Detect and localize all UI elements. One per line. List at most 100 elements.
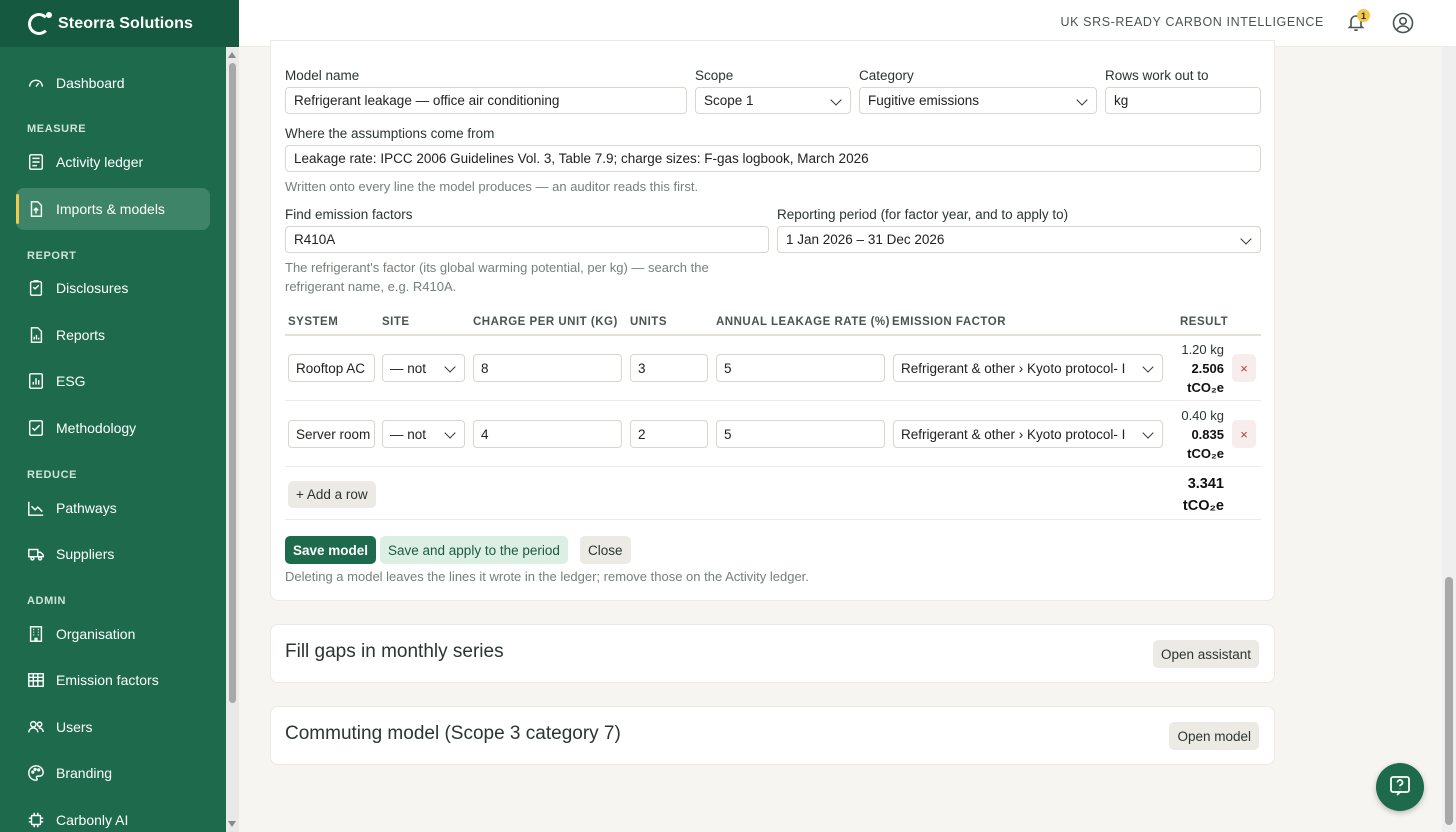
- chevron-down-icon: [830, 94, 842, 106]
- clipboard-icon: [27, 279, 45, 297]
- period-select[interactable]: 1 Jan 2026 – 31 Dec 2026: [777, 226, 1261, 253]
- section-report: REPORT: [27, 250, 77, 262]
- col-header-factor: EMISSION FACTOR: [892, 316, 1006, 328]
- system-input[interactable]: Server room: [288, 420, 375, 448]
- help-button[interactable]: [1376, 763, 1424, 811]
- section-measure: MEASURE: [27, 123, 87, 135]
- add-row-button[interactable]: + Add a row: [288, 481, 376, 508]
- commuting-title: Commuting model (Scope 3 category 7): [285, 723, 621, 744]
- category-select[interactable]: Fugitive emissions: [859, 87, 1097, 114]
- brand[interactable]: Steorra Solutions: [0, 0, 239, 47]
- open-assistant-button[interactable]: Open assistant: [1152, 640, 1259, 668]
- scope-label: Scope: [695, 68, 734, 83]
- close-icon: ×: [1240, 426, 1248, 442]
- sidebar-item-carbonly-ai[interactable]: Carbonly AI: [16, 799, 210, 832]
- total-result: 3.341 tCO₂e: [1183, 473, 1224, 517]
- units-input[interactable]: 3: [630, 354, 708, 382]
- chevron-down-icon: [1240, 233, 1252, 245]
- site-select[interactable]: — not: [382, 354, 465, 382]
- sidebar-item-methodology[interactable]: Methodology: [16, 407, 210, 449]
- model-name-label: Model name: [285, 68, 360, 83]
- help-chat-icon: [1388, 774, 1412, 801]
- sidebar-item-disclosures[interactable]: Disclosures: [16, 267, 210, 309]
- charge-input[interactable]: 4: [473, 420, 622, 448]
- sidebar-item-esg[interactable]: ESG: [16, 360, 210, 402]
- col-header-charge: CHARGE PER UNIT (KG): [473, 316, 618, 328]
- row-result: 0.40 kg 0.835 tCO₂e: [1181, 406, 1224, 463]
- row-divider: [285, 400, 1261, 401]
- assumptions-label: Where the assumptions come from: [285, 126, 495, 141]
- system-input[interactable]: Rooftop AC: [288, 354, 375, 382]
- ledger-icon: [27, 153, 45, 171]
- close-button[interactable]: Close: [580, 536, 631, 564]
- sidebar-nav: Dashboard MEASURE Activity ledger Import…: [0, 47, 226, 832]
- user-circle-icon: [1392, 12, 1414, 37]
- emission-factor-select[interactable]: Refrigerant & other › Kyoto protocol- I: [893, 420, 1163, 448]
- result-kg: 1.20 kg: [1181, 342, 1224, 357]
- row-result: 1.20 kg 2.506 tCO₂e: [1181, 340, 1224, 397]
- sidebar-item-branding[interactable]: Branding: [16, 752, 210, 794]
- site-select-value: — not: [390, 426, 427, 442]
- assumptions-input[interactable]: Leakage rate: IPCC 2006 Guidelines Vol. …: [285, 145, 1261, 172]
- scope-select[interactable]: Scope 1: [695, 87, 851, 114]
- sidebar-item-activity-ledger[interactable]: Activity ledger: [16, 141, 210, 183]
- sidebar-item-label: Pathways: [56, 500, 117, 516]
- scroll-up-icon[interactable]: [228, 52, 236, 58]
- sidebar-item-pathways[interactable]: Pathways: [16, 487, 210, 529]
- rows-unit-input[interactable]: kg: [1105, 87, 1261, 114]
- factor-search-input[interactable]: R410A: [285, 226, 769, 253]
- chevron-down-icon: [1142, 427, 1154, 439]
- category-label: Category: [859, 68, 914, 83]
- sidebar-scrollbar-thumb[interactable]: [229, 63, 236, 703]
- charge-input[interactable]: 8: [473, 354, 622, 382]
- sidebar-item-users[interactable]: Users: [16, 706, 210, 748]
- main-scrollbar-thumb[interactable]: [1445, 577, 1453, 825]
- chip-icon: [27, 811, 45, 829]
- sidebar-item-emission-factors[interactable]: Emission factors: [16, 659, 210, 701]
- units-input[interactable]: 2: [630, 420, 708, 448]
- sidebar-item-suppliers[interactable]: Suppliers: [16, 533, 210, 575]
- sidebar-item-dashboard[interactable]: Dashboard: [16, 62, 210, 104]
- notifications-button[interactable]: 1: [1346, 9, 1370, 34]
- delete-row-button[interactable]: ×: [1232, 420, 1256, 448]
- model-editor-card: Model name Refrigerant leakage — office …: [270, 40, 1275, 601]
- section-reduce: REDUCE: [27, 469, 78, 481]
- period-label: Reporting period (for factor year, and t…: [777, 207, 1069, 222]
- sidebar-item-label: Reports: [56, 327, 106, 343]
- sidebar-scrollbar[interactable]: [226, 47, 239, 832]
- row-divider: [285, 519, 1261, 520]
- close-icon: ×: [1240, 360, 1248, 376]
- product-tagline: UK SRS-READY CARBON INTELLIGENCE: [1060, 15, 1324, 29]
- factor-search-label: Find emission factors: [285, 207, 413, 222]
- truck-icon: [27, 545, 45, 563]
- sidebar-item-reports[interactable]: Reports: [16, 314, 210, 356]
- site-select[interactable]: — not: [382, 420, 465, 448]
- leakage-rate-input[interactable]: 5: [716, 420, 885, 448]
- sidebar-item-label: Branding: [56, 765, 113, 781]
- result-unit: tCO₂e: [1187, 380, 1224, 395]
- col-header-leak: ANNUAL LEAKAGE RATE (%): [716, 316, 890, 328]
- row-divider: [285, 466, 1261, 467]
- assumptions-help: Written onto every line the model produc…: [285, 179, 699, 194]
- emission-factor-select[interactable]: Refrigerant & other › Kyoto protocol- I: [893, 354, 1163, 382]
- sidebar-item-label: Activity ledger: [56, 154, 144, 170]
- delete-row-button[interactable]: ×: [1232, 354, 1256, 382]
- main-scrollbar[interactable]: [1442, 47, 1456, 832]
- result-tco2e: 0.835: [1191, 427, 1224, 442]
- sidebar-item-label: Imports & models: [56, 201, 165, 217]
- section-admin: ADMIN: [27, 595, 67, 607]
- model-name-input[interactable]: Refrigerant leakage — office air conditi…: [285, 87, 687, 114]
- factor-search-help: The refrigerant's factor (its global war…: [285, 258, 769, 296]
- sidebar-item-imports-models[interactable]: Imports & models: [16, 188, 210, 230]
- save-model-button[interactable]: Save model: [285, 536, 377, 564]
- sidebar-item-organisation[interactable]: Organisation: [16, 613, 210, 655]
- scroll-down-icon[interactable]: [228, 821, 236, 827]
- report-chart-icon: [27, 326, 45, 344]
- open-model-button[interactable]: Open model: [1169, 722, 1259, 750]
- fill-gaps-card: Fill gaps in monthly series Open assista…: [270, 624, 1275, 683]
- palette-icon: [27, 764, 45, 782]
- account-button[interactable]: [1392, 12, 1414, 34]
- fill-gaps-title: Fill gaps in monthly series: [285, 641, 504, 662]
- save-apply-button[interactable]: Save and apply to the period: [380, 536, 568, 564]
- leakage-rate-input[interactable]: 5: [716, 354, 885, 382]
